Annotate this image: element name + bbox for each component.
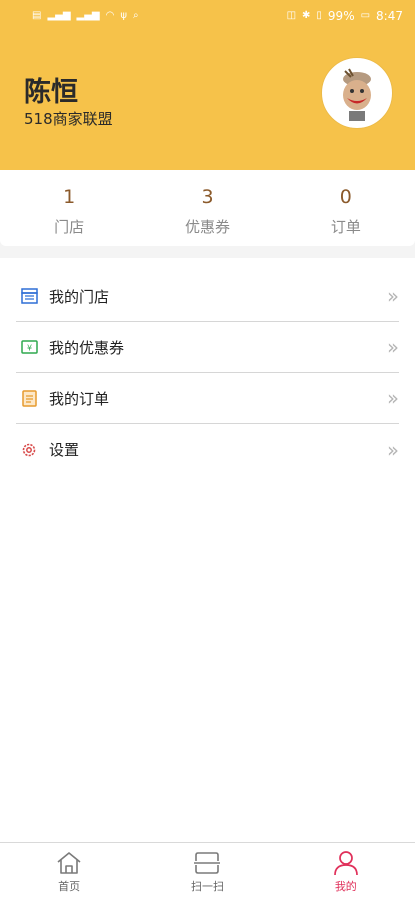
wifi-icon: ◠ xyxy=(105,10,115,21)
stat-label: 优惠券 xyxy=(184,218,230,236)
profile-header: 陈恒 518商家联盟 xyxy=(0,32,415,170)
search-icon: ⌕ xyxy=(132,10,139,21)
menu-item-label: 我的订单 xyxy=(49,389,110,408)
user-name: 陈恒 xyxy=(24,77,78,108)
menu-item-my-stores[interactable]: 我的门店 ›› xyxy=(16,271,399,322)
bluetooth-icon: ✱ xyxy=(302,10,311,21)
status-bar: ▤ ▂▄▆ ▂▄▆ ◠ ψ ⌕ ◫ ✱ ▯ 99% ▭ 8:47 xyxy=(0,0,415,32)
scan-icon xyxy=(194,852,221,874)
stat-value: 3 xyxy=(201,186,214,208)
menu-list: 我的门店 ›› ¥ 我的优惠券 ›› 我的订单 ›› 设置 ›› xyxy=(0,258,415,842)
avatar-face-icon xyxy=(325,61,389,125)
tab-label: 我的 xyxy=(334,880,357,893)
home-icon xyxy=(57,852,81,874)
menu-item-my-orders[interactable]: 我的订单 ›› xyxy=(16,373,399,424)
stat-orders[interactable]: 0 订单 xyxy=(277,170,415,246)
sim-card-icon: ▤ xyxy=(32,10,42,21)
usb-icon: ψ xyxy=(120,10,127,21)
double-chevron-right-icon: ›› xyxy=(387,335,399,359)
stat-value: 0 xyxy=(339,186,352,208)
store-icon xyxy=(20,287,38,305)
tab-scan[interactable]: 扫一扫 xyxy=(138,843,276,900)
signal-icon: ▂▄▆ xyxy=(47,10,71,21)
stat-value: 1 xyxy=(63,186,76,208)
tab-mine[interactable]: 我的 xyxy=(277,843,415,900)
svg-text:¥: ¥ xyxy=(26,344,31,353)
status-bar-left: ▤ ▂▄▆ ▂▄▆ ◠ ψ ⌕ xyxy=(32,11,139,21)
menu-item-my-coupons[interactable]: ¥ 我的优惠券 ›› xyxy=(16,322,399,373)
menu-item-label: 设置 xyxy=(49,441,80,459)
clock: 8:47 xyxy=(376,9,403,23)
stat-label: 订单 xyxy=(330,218,361,236)
double-chevron-right-icon: ›› xyxy=(387,437,399,462)
stat-coupons[interactable]: 3 优惠券 xyxy=(138,170,276,246)
menu-item-settings[interactable]: 设置 ›› xyxy=(16,424,399,475)
stat-stores[interactable]: 1 门店 xyxy=(0,170,138,246)
avatar[interactable] xyxy=(322,58,392,128)
battery-icon: ▭ xyxy=(360,10,371,21)
gear-icon xyxy=(20,441,38,459)
status-bar-right: ◫ ✱ ▯ 99% ▭ 8:47 xyxy=(287,9,403,23)
battery-percent: 99% xyxy=(327,9,355,23)
nfc-icon: ◫ xyxy=(286,10,297,21)
tab-label: 首页 xyxy=(58,880,81,893)
bottom-tab-bar: 首页 扫一扫 我的 xyxy=(0,842,415,900)
user-subtitle: 518商家联盟 xyxy=(24,110,113,128)
menu-item-label: 我的门店 xyxy=(49,287,110,306)
tab-home[interactable]: 首页 xyxy=(0,843,138,900)
signal-icon-2: ▂▄▆ xyxy=(76,10,100,21)
order-icon xyxy=(20,389,38,407)
coupon-icon: ¥ xyxy=(20,338,38,356)
stats-panel: 1 门店 3 优惠券 0 订单 xyxy=(0,170,415,246)
stat-label: 门店 xyxy=(54,218,85,236)
double-chevron-right-icon: ›› xyxy=(387,386,399,410)
tab-label: 扫一扫 xyxy=(190,880,224,893)
double-chevron-right-icon: ›› xyxy=(387,284,399,308)
vibrate-icon: ▯ xyxy=(316,10,322,21)
person-icon xyxy=(333,851,358,876)
menu-item-label: 我的优惠券 xyxy=(49,338,125,357)
